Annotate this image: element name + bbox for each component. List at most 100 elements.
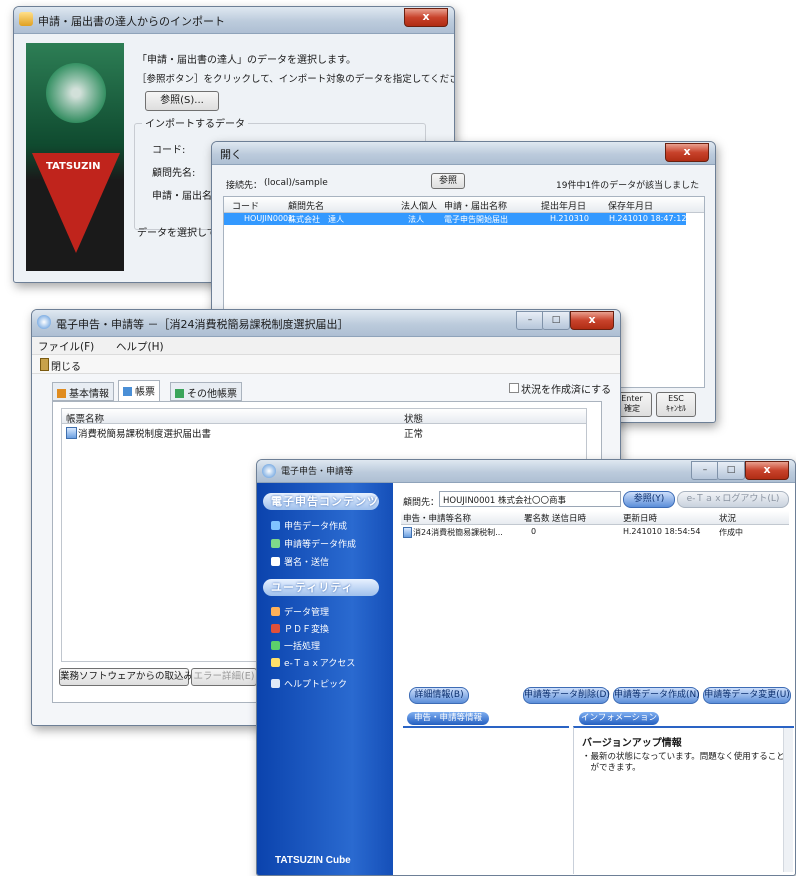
col-sent-date[interactable]: 送信日時 bbox=[552, 512, 586, 524]
col-form-name[interactable]: 帳票名称 bbox=[66, 411, 104, 425]
import-from-business-software-button[interactable]: 業務ソフトウェアからの取込み(I) bbox=[59, 668, 203, 686]
sidebar-item-label: 一括処理 bbox=[284, 642, 321, 652]
notice-title: バージョンアップ情報 bbox=[582, 738, 682, 749]
sidebar-item-label: 申請等データ作成 bbox=[284, 540, 357, 550]
cell-save-date: H.241010 18:47:12 bbox=[609, 214, 687, 223]
sidebar-item-pdf[interactable]: ＰＤＦ変換 bbox=[271, 622, 329, 635]
maximize-button[interactable]: □ bbox=[542, 311, 570, 330]
client-field[interactable]: HOUJIN0001 株式会社〇〇商事 bbox=[439, 491, 621, 507]
col-signatures[interactable]: 署名数 bbox=[524, 512, 550, 524]
sidebar-header-efiling: 電子申告コンテンツ bbox=[263, 493, 379, 510]
col-submit-date[interactable]: 提出年月日 bbox=[541, 199, 586, 212]
tab-other[interactable]: その他帳票 bbox=[170, 382, 242, 401]
match-status: 19件中1件のデータが該当しました bbox=[556, 181, 700, 191]
sidebar-item-data-manage[interactable]: データ管理 bbox=[271, 605, 329, 618]
client-ref-button[interactable]: 参照(Y) bbox=[623, 491, 675, 508]
sidebar-item-application-data[interactable]: 申請等データ作成 bbox=[271, 537, 356, 550]
toolbar-close[interactable]: 閉じる bbox=[51, 358, 81, 373]
col-filing-name[interactable]: 申告・申請等名称 bbox=[403, 512, 471, 524]
menu-bar: ファイル(F) ヘルプ(H) bbox=[32, 337, 620, 355]
col-client[interactable]: 顧問先名 bbox=[288, 199, 324, 212]
connection-value: (local)/sample bbox=[264, 178, 328, 188]
notice-scrollbar[interactable] bbox=[783, 728, 793, 872]
data-manage-icon bbox=[271, 607, 280, 616]
cancel-label: ｷｬﾝｾﾙ bbox=[666, 404, 686, 413]
cell-form: 電子申告開始届出 bbox=[444, 215, 508, 224]
error-detail-button[interactable]: エラー詳細(E) bbox=[191, 668, 257, 686]
connection-label: 接続先： bbox=[226, 181, 263, 191]
forms-header: 帳票名称 状態 bbox=[62, 409, 586, 425]
change-application-button[interactable]: 申請等データ変更(U) bbox=[703, 687, 791, 704]
sidebar-item-label: ＰＤＦ変換 bbox=[284, 625, 330, 635]
tab-information[interactable]: インフォメーション bbox=[579, 712, 659, 725]
table-row[interactable]: 消費税簡易課税制度選択届出書 正常 bbox=[62, 425, 586, 440]
col-updated-date[interactable]: 更新日時 bbox=[623, 512, 657, 524]
browse-button[interactable]: 参照(S)... bbox=[145, 91, 219, 111]
sidebar-item-label: データ管理 bbox=[284, 608, 330, 618]
detail-info-button[interactable]: 詳細情報(B) bbox=[409, 687, 469, 704]
cell-signatures: 0 bbox=[531, 527, 537, 536]
close-button[interactable]: x bbox=[745, 461, 789, 480]
client-value: HOUJIN0001 株式会社〇〇商事 bbox=[443, 496, 567, 506]
col-save-date[interactable]: 保存年月日 bbox=[608, 199, 653, 212]
sidebar-item-batch[interactable]: 一括処理 bbox=[271, 639, 320, 652]
cube-sidebar: 電子申告コンテンツ 申告データ作成 申請等データ作成 署名・送信 ユーティリティ… bbox=[257, 483, 393, 875]
sidebar-item-return-data[interactable]: 申告データ作成 bbox=[271, 519, 347, 532]
sidebar-item-help[interactable]: ヘルプトピック bbox=[271, 677, 347, 690]
maximize-button[interactable]: □ bbox=[717, 461, 745, 480]
notice-body-line2: ができます。 bbox=[582, 763, 641, 773]
import-dialog-titlebar[interactable]: 申請・届出書の達人からのインポート x bbox=[14, 7, 454, 34]
status-checkbox[interactable] bbox=[509, 383, 519, 393]
sidebar-item-label: ヘルプトピック bbox=[284, 680, 348, 690]
info-left-pane bbox=[403, 726, 569, 874]
cube-title: 電子申告・申請等 bbox=[281, 467, 354, 477]
delete-application-button[interactable]: 申請等データ削除(D) bbox=[523, 687, 610, 704]
tab-filing-info[interactable]: 申告・申請等情報 bbox=[407, 712, 489, 725]
tab-forms[interactable]: 帳票 bbox=[118, 380, 160, 401]
group-label: インポートするデータ bbox=[142, 115, 248, 130]
esc-key-label: ESC bbox=[668, 394, 684, 403]
open-dialog-titlebar[interactable]: 開く x bbox=[212, 142, 715, 165]
etax-logout-button[interactable]: e-Ｔａｘログアウト(L) bbox=[677, 491, 789, 508]
ref-button[interactable]: 参照 bbox=[431, 173, 465, 189]
cell-status: 正常 bbox=[404, 429, 424, 440]
disc-icon bbox=[46, 63, 106, 123]
field-code-label: コード: bbox=[152, 145, 186, 156]
table-row[interactable]: 消24消費税簡易課税制... 0 H.241010 18:54:54 作成中 bbox=[401, 526, 789, 538]
document-icon bbox=[66, 427, 77, 439]
col-status[interactable]: 状況 bbox=[719, 512, 736, 524]
menu-help[interactable]: ヘルプ(H) bbox=[116, 339, 164, 354]
cancel-button[interactable]: ESC ｷｬﾝｾﾙ bbox=[656, 392, 696, 417]
close-button[interactable]: x bbox=[404, 8, 448, 27]
tab-filing-info-label: 申告・申請等情報 bbox=[413, 713, 482, 723]
instruction-line-1: 「申請・届出書の達人」のデータを選択します。 bbox=[137, 55, 356, 66]
efiling-app-icon bbox=[37, 315, 51, 329]
cell-type: 法人 bbox=[408, 215, 424, 224]
toolbar: 閉じる bbox=[32, 355, 620, 374]
minimize-button[interactable]: – bbox=[516, 311, 544, 330]
filing-header: 申告・申請等名称 署名数 送信日時 更新日時 状況 bbox=[401, 511, 789, 525]
sidebar-item-etax[interactable]: e-Ｔａｘアクセス bbox=[271, 656, 355, 669]
cube-titlebar[interactable]: 電子申告・申請等 – □ x bbox=[257, 460, 795, 483]
sidebar-item-sign-send[interactable]: 署名・送信 bbox=[271, 555, 329, 568]
minimize-button[interactable]: – bbox=[691, 461, 719, 480]
close-button[interactable]: x bbox=[570, 311, 614, 330]
efiling-title: 電子申告・申請等 －［消24消費税簡易課税制度選択届出］ bbox=[56, 318, 349, 331]
create-application-button[interactable]: 申請等データ作成(N) bbox=[613, 687, 700, 704]
field-client-label: 顧問先名: bbox=[152, 168, 196, 179]
client-label: 顧問先： bbox=[403, 498, 440, 508]
close-button[interactable]: x bbox=[665, 143, 709, 162]
menu-file[interactable]: ファイル(F) bbox=[38, 339, 94, 354]
efiling-titlebar[interactable]: 電子申告・申請等 －［消24消費税簡易課税制度選択届出］ – □ x bbox=[32, 310, 620, 337]
col-code[interactable]: コード bbox=[232, 199, 259, 212]
info-right-pane: バージョンアップ情報 ・最新の状態になっています。問題なく使用すること ができま… bbox=[573, 726, 794, 874]
table-row[interactable]: HOUJIN0001 株式会社 達人 法人 電子申告開始届出 H.210310 … bbox=[224, 213, 686, 225]
col-status[interactable]: 状態 bbox=[404, 411, 423, 425]
filing-list: 申告・申請等名称 署名数 送信日時 更新日時 状況 消24消費税簡易課税制...… bbox=[401, 511, 789, 687]
col-type[interactable]: 法人個人 bbox=[401, 199, 437, 212]
batch-icon bbox=[271, 641, 280, 650]
tab-basic[interactable]: 基本情報 bbox=[52, 382, 114, 401]
col-form[interactable]: 申請・届出名称 bbox=[444, 199, 507, 212]
open-dialog-title: 開く bbox=[220, 148, 242, 161]
cell-updated-date: H.241010 18:54:54 bbox=[623, 527, 701, 536]
